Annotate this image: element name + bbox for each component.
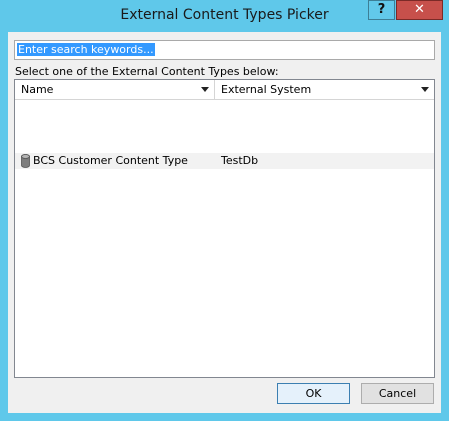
help-button[interactable]: ? xyxy=(368,0,395,20)
cancel-button[interactable]: Cancel xyxy=(361,383,434,404)
title-bar[interactable]: External Content Types Picker ? ✕ xyxy=(0,0,449,32)
dropdown-arrow-icon[interactable] xyxy=(421,87,429,92)
list-header: Name External System xyxy=(15,80,434,100)
instruction-label: Select one of the External Content Types… xyxy=(15,65,279,78)
column-header-name[interactable]: Name xyxy=(15,80,215,99)
database-icon xyxy=(21,154,30,168)
search-input[interactable]: Enter search keywords... xyxy=(14,40,435,60)
ok-button[interactable]: OK xyxy=(277,383,350,404)
dialog-body: Enter search keywords... Select one of t… xyxy=(8,32,441,413)
dialog-window: External Content Types Picker ? ✕ Enter … xyxy=(0,0,449,421)
column-header-external-system[interactable]: External System xyxy=(215,80,434,99)
list-item-external-system: TestDb xyxy=(221,154,259,167)
column-header-name-label: Name xyxy=(21,83,54,96)
content-types-list[interactable]: Name External System BCS Customer Conten… xyxy=(14,79,435,378)
close-button[interactable]: ✕ xyxy=(396,0,443,20)
list-item[interactable]: BCS Customer Content Type TestDb xyxy=(15,153,434,169)
column-header-external-system-label: External System xyxy=(221,83,312,96)
dropdown-arrow-icon[interactable] xyxy=(201,87,209,92)
search-input-text: Enter search keywords... xyxy=(17,43,155,56)
list-item-name: BCS Customer Content Type xyxy=(33,154,188,167)
